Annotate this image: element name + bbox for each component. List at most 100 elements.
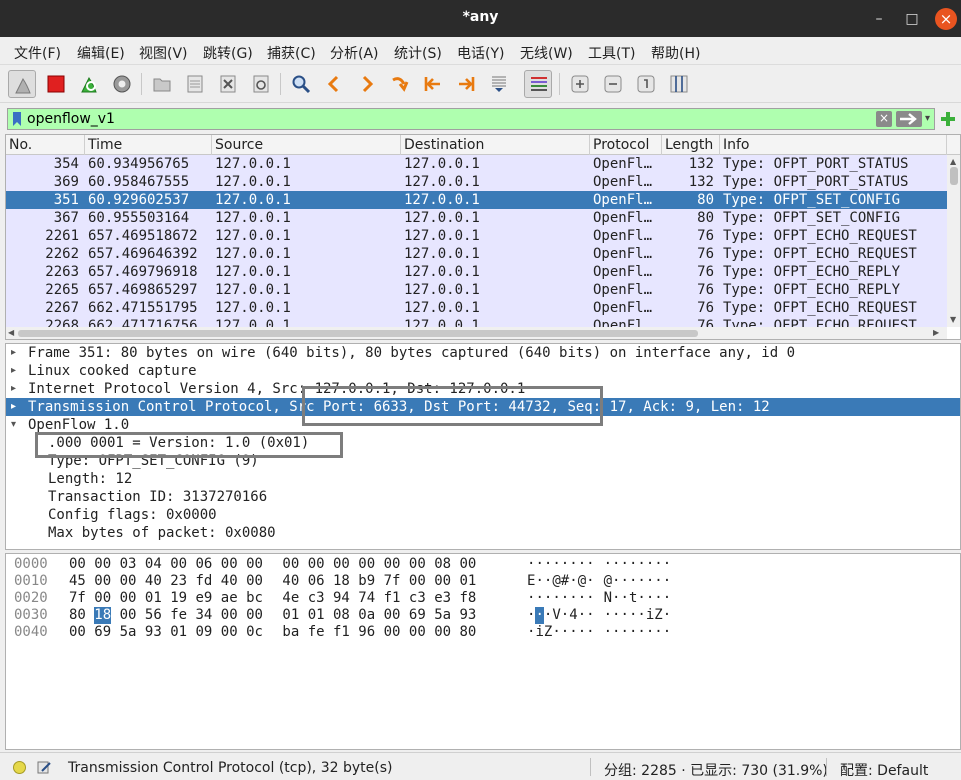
hex-byte[interactable]: 03 [120,556,137,573]
ascii-char[interactable]: · [612,590,620,607]
hex-byte[interactable]: 34 [196,607,213,624]
ascii-char[interactable]: · [544,607,552,624]
menu-capture[interactable]: 捕获(C) [267,43,316,63]
detail-tree-item[interactable]: Type: OFPT_SET_CONFIG (9) [6,452,960,470]
ascii-char[interactable]: Z [654,607,662,624]
ascii-char[interactable]: · [527,624,535,641]
column-header-length[interactable]: Length [662,135,720,155]
hex-byte[interactable]: b9 [358,573,375,590]
hex-byte[interactable]: 00 [221,556,238,573]
ascii-char[interactable]: t [629,590,637,607]
goto-packet-button[interactable] [386,70,414,98]
packet-row[interactable]: 354 60.934956765 127.0.0.1 127.0.0.1 OpenFl…… [6,155,947,173]
ascii-char[interactable]: · [629,624,637,641]
ascii-char[interactable]: · [663,556,671,573]
last-packet-button[interactable] [452,70,480,98]
hex-byte[interactable]: 00 [460,556,477,573]
ascii-char[interactable]: · [535,607,544,624]
hex-byte[interactable]: bc [246,590,263,607]
ascii-char[interactable]: · [527,607,535,624]
hex-byte[interactable]: e9 [196,590,213,607]
column-header-time[interactable]: Time [85,135,212,155]
ascii-char[interactable]: · [586,573,594,590]
hex-byte[interactable]: 69 [409,607,426,624]
ascii-char[interactable]: · [569,590,577,607]
ascii-char[interactable]: @ [578,573,586,590]
ascii-char[interactable]: · [578,556,586,573]
ascii-char[interactable]: · [621,624,629,641]
ascii-char[interactable]: # [561,573,569,590]
ascii-char[interactable]: · [578,624,586,641]
detail-tree-item[interactable]: Max bytes of packet: 0x0080 [6,524,960,542]
detail-tree-item[interactable]: ▸ Internet Protocol Version 4, Src: 127.0… [6,380,960,398]
hex-byte[interactable]: f1 [333,624,350,641]
ascii-char[interactable]: · [561,624,569,641]
save-file-button[interactable] [181,70,209,98]
restart-capture-button[interactable] [75,70,103,98]
hex-byte[interactable]: 00 [333,556,350,573]
hex-byte[interactable]: 93 [460,607,477,624]
menu-wireless[interactable]: 无线(W) [520,43,573,63]
hex-byte[interactable]: 00 [358,556,375,573]
column-header-source[interactable]: Source [212,135,401,155]
hex-byte[interactable]: 00 [409,556,426,573]
hex-byte[interactable]: 00 [246,607,263,624]
ascii-char[interactable]: · [663,624,671,641]
hex-byte[interactable]: 01 [145,590,162,607]
ascii-char[interactable]: · [621,573,629,590]
ascii-char[interactable]: · [561,556,569,573]
filter-history-dropdown-icon[interactable]: ▾ [925,112,935,126]
ascii-char[interactable]: · [612,573,620,590]
packet-details-pane[interactable]: ▸ Frame 351: 80 bytes on wire (640 bits),… [5,343,961,550]
ascii-char[interactable]: · [586,624,594,641]
expert-info-icon[interactable] [13,761,26,774]
column-header-no[interactable]: No. [6,135,85,155]
ascii-char[interactable]: 4 [569,607,577,624]
menu-analyze[interactable]: 分析(A) [330,43,379,63]
column-header-protocol[interactable]: Protocol [590,135,662,155]
hex-byte[interactable]: 4e [282,590,299,607]
find-packet-button[interactable] [287,70,315,98]
hex-byte[interactable]: 09 [196,624,213,641]
ascii-char[interactable]: · [629,607,637,624]
ascii-char[interactable]: · [552,624,560,641]
ascii-char[interactable]: @ [552,573,560,590]
close-file-button[interactable] [214,70,242,98]
first-packet-button[interactable] [419,70,447,98]
ascii-char[interactable]: · [561,590,569,607]
detail-tree-item[interactable]: Transaction ID: 3137270166 [6,488,960,506]
hex-byte[interactable]: 00 [69,556,86,573]
hex-byte[interactable]: f1 [384,590,401,607]
hex-byte[interactable]: 08 [434,556,451,573]
packet-row[interactable]: 351 60.929602537 127.0.0.1 127.0.0.1 OpenFl…… [6,191,947,209]
hex-byte[interactable]: ae [221,590,238,607]
ascii-char[interactable]: · [535,590,543,607]
hex-byte[interactable]: fe [308,624,325,641]
packet-list-pane[interactable]: No. Time Source Destination Protocol Length In… [5,134,961,340]
hex-byte[interactable]: 00 [384,556,401,573]
ascii-char[interactable]: · [535,556,543,573]
hex-byte[interactable]: c3 [409,590,426,607]
ascii-char[interactable]: · [561,607,569,624]
status-profile[interactable]: 配置: Default [840,760,928,780]
ascii-char[interactable]: · [629,573,637,590]
ascii-char[interactable]: N [604,590,612,607]
menu-statistics[interactable]: 统计(S) [394,43,442,63]
hex-byte[interactable]: e3 [434,590,451,607]
ascii-char[interactable]: · [578,607,586,624]
ascii-char[interactable]: · [569,624,577,641]
hex-byte[interactable]: 7f [384,573,401,590]
packet-list-vertical-scrollbar[interactable]: ▲ ▼ [947,155,960,327]
ascii-char[interactable]: · [544,590,552,607]
ascii-char[interactable]: · [552,556,560,573]
packet-bytes-pane[interactable]: 0000 00 00 03 04 00 06 00 00 00 00 00 00 00 00 08 00 · · · ·… [5,553,961,750]
hex-byte[interactable]: 00 [434,573,451,590]
hex-byte[interactable]: 96 [358,624,375,641]
next-packet-button[interactable] [353,70,381,98]
display-filter-field[interactable]: × ▾ [7,108,935,130]
hex-byte[interactable]: 00 [409,573,426,590]
bytes-row[interactable]: 0040 00 69 5a 93 01 09 00 0c ba fe f1 96 00 00 00 80 · i Z ·… [6,624,960,641]
column-header-destination[interactable]: Destination [401,135,590,155]
hex-byte[interactable]: 00 [69,624,86,641]
ascii-char[interactable]: E [527,573,535,590]
